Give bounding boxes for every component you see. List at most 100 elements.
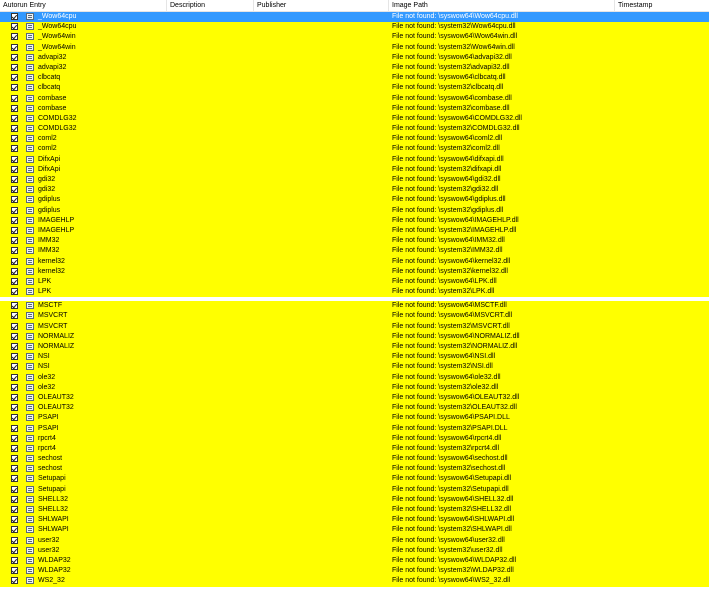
table-row[interactable]: sechost File not found: \system32\sechost… bbox=[0, 464, 709, 475]
table-row[interactable]: rpcrt4 File not found: \syswow64\rpcrt4.d… bbox=[0, 433, 709, 444]
enabled-checkbox[interactable] bbox=[11, 84, 18, 92]
enabled-checkbox[interactable] bbox=[11, 363, 18, 371]
table-row[interactable]: Setupapi File not found: \syswow64\Setupa… bbox=[0, 474, 709, 485]
table-row[interactable]: WLDAP32 File not found: \system32\WLDAP32… bbox=[0, 566, 709, 577]
enabled-checkbox[interactable] bbox=[11, 577, 18, 585]
enabled-checkbox[interactable] bbox=[11, 33, 18, 41]
table-row[interactable]: gdi32 File not found: \system32\gdi32.dll bbox=[0, 185, 709, 196]
enabled-checkbox[interactable] bbox=[11, 567, 18, 575]
table-row[interactable]: PSAPI File not found: \syswow64\PSAPI.DLL bbox=[0, 413, 709, 424]
column-header-description[interactable]: Description bbox=[167, 0, 254, 11]
table-row[interactable]: MSCTF File not found: \syswow64\MSCTF.dll bbox=[0, 301, 709, 312]
table-row[interactable]: MSVCRT File not found: \syswow64\MSVCRT.d… bbox=[0, 311, 709, 322]
enabled-checkbox[interactable] bbox=[11, 114, 18, 122]
enabled-checkbox[interactable] bbox=[11, 465, 18, 473]
table-row[interactable]: combase File not found: \syswow64\combase… bbox=[0, 93, 709, 104]
enabled-checkbox[interactable] bbox=[11, 353, 18, 361]
enabled-checkbox[interactable] bbox=[11, 104, 18, 112]
table-row[interactable]: SHELL32 File not found: \syswow64\SHELL32… bbox=[0, 494, 709, 505]
table-row[interactable]: NORMALIZ File not found: \system32\NORMAL… bbox=[0, 342, 709, 353]
table-row[interactable]: SHLWAPI File not found: \syswow64\SHLWAPI… bbox=[0, 515, 709, 526]
enabled-checkbox[interactable] bbox=[11, 393, 18, 401]
table-row[interactable]: coml2 File not found: \syswow64\coml2.dll bbox=[0, 134, 709, 145]
table-row[interactable]: ole32 File not found: \syswow64\ole32.dll bbox=[0, 372, 709, 383]
enabled-checkbox[interactable] bbox=[11, 302, 18, 310]
table-row[interactable]: ole32 File not found: \system32\ole32.dll bbox=[0, 382, 709, 393]
table-row[interactable]: kernel32 File not found: \syswow64\kernel… bbox=[0, 256, 709, 267]
enabled-checkbox[interactable] bbox=[11, 434, 18, 442]
table-row[interactable]: NSI File not found: \syswow64\NSI.dll bbox=[0, 352, 709, 363]
table-row[interactable]: _Wow64cpu File not found: \system32\Wow64… bbox=[0, 22, 709, 33]
enabled-checkbox[interactable] bbox=[11, 43, 18, 51]
table-row[interactable]: IMM32 File not found: \system32\IMM32.dll bbox=[0, 246, 709, 257]
table-row[interactable]: advapi32 File not found: \system32\advapi… bbox=[0, 62, 709, 74]
enabled-checkbox[interactable] bbox=[11, 322, 18, 330]
table-row[interactable]: IMM32 File not found: \syswow64\IMM32.dll bbox=[0, 236, 709, 247]
table-row[interactable]: clbcatq File not found: \syswow64\clbcatq… bbox=[0, 73, 709, 84]
table-row[interactable]: WS2_32 File not found: \syswow64\WS2_32.d… bbox=[0, 576, 709, 587]
enabled-checkbox[interactable] bbox=[11, 257, 18, 265]
column-header-image-path[interactable]: Image Path bbox=[389, 0, 615, 11]
enabled-checkbox[interactable] bbox=[11, 455, 18, 463]
table-row[interactable]: sechost File not found: \syswow64\sechost… bbox=[0, 454, 709, 465]
table-row[interactable]: COMDLG32 File not found: \system32\COMDLG… bbox=[0, 124, 709, 135]
enabled-checkbox[interactable] bbox=[11, 277, 18, 285]
column-header-publisher[interactable]: Publisher bbox=[254, 0, 389, 11]
table-row[interactable]: _Wow64win File not found: \syswow64\Wow64… bbox=[0, 32, 709, 43]
enabled-checkbox[interactable] bbox=[11, 196, 18, 204]
enabled-checkbox[interactable] bbox=[11, 414, 18, 422]
table-row[interactable]: LPK File not found: \syswow64\LPK.dll bbox=[0, 276, 709, 288]
table-row[interactable]: COMDLG32 File not found: \syswow64\COMDLG… bbox=[0, 113, 709, 125]
table-row[interactable]: combase File not found: \system32\combase… bbox=[0, 103, 709, 114]
table-row[interactable]: PSAPI File not found: \system32\PSAPI.DLL bbox=[0, 423, 709, 434]
enabled-checkbox[interactable] bbox=[11, 226, 18, 234]
enabled-checkbox[interactable] bbox=[11, 546, 18, 554]
column-header-timestamp[interactable]: Timestamp bbox=[615, 0, 709, 11]
enabled-checkbox[interactable] bbox=[11, 444, 18, 452]
enabled-checkbox[interactable] bbox=[11, 216, 18, 224]
enabled-checkbox[interactable] bbox=[11, 485, 18, 493]
table-row[interactable]: OLEAUT32 File not found: \system32\OLEAUT… bbox=[0, 403, 709, 414]
enabled-checkbox[interactable] bbox=[11, 186, 18, 194]
table-row[interactable]: user32 File not found: \syswow64\user32.d… bbox=[0, 535, 709, 546]
enabled-checkbox[interactable] bbox=[11, 176, 18, 183]
enabled-checkbox[interactable] bbox=[11, 526, 18, 534]
table-row[interactable]: kernel32 File not found: \system32\kernel… bbox=[0, 266, 709, 277]
enabled-checkbox[interactable] bbox=[11, 556, 18, 564]
enabled-checkbox[interactable] bbox=[11, 343, 18, 350]
table-row[interactable]: DifxApi File not found: \system32\difxapi… bbox=[0, 164, 709, 175]
enabled-checkbox[interactable] bbox=[11, 53, 18, 61]
enabled-checkbox[interactable] bbox=[11, 288, 18, 296]
table-row[interactable]: NSI File not found: \system32\NSI.dll bbox=[0, 362, 709, 373]
enabled-checkbox[interactable] bbox=[11, 145, 18, 153]
enabled-checkbox[interactable] bbox=[11, 63, 18, 71]
column-header-autorun-entry[interactable]: Autorun Entry bbox=[0, 0, 167, 11]
enabled-checkbox[interactable] bbox=[11, 247, 18, 255]
table-row[interactable]: Setupapi File not found: \system32\Setupa… bbox=[0, 484, 709, 495]
table-row[interactable]: IMAGEHLP File not found: \system32\IMAGEH… bbox=[0, 225, 709, 237]
enabled-checkbox[interactable] bbox=[11, 13, 18, 20]
table-row[interactable]: IMAGEHLP File not found: \syswow64\IMAGEH… bbox=[0, 215, 709, 226]
enabled-checkbox[interactable] bbox=[11, 383, 18, 391]
enabled-checkbox[interactable] bbox=[11, 312, 18, 320]
enabled-checkbox[interactable] bbox=[11, 74, 18, 82]
enabled-checkbox[interactable] bbox=[11, 424, 18, 432]
table-row[interactable]: SHLWAPI File not found: \system32\SHLWAPI… bbox=[0, 525, 709, 536]
table-row[interactable]: _Wow64cpu File not found: \syswow64\Wow64… bbox=[0, 12, 709, 23]
enabled-checkbox[interactable] bbox=[11, 373, 18, 381]
enabled-checkbox[interactable] bbox=[11, 155, 18, 163]
table-row[interactable]: DifxApi File not found: \syswow64\difxapi… bbox=[0, 154, 709, 165]
table-row[interactable]: gdi32 File not found: \syswow64\gdi32.dll bbox=[0, 175, 709, 186]
table-row[interactable]: gdiplus File not found: \system32\gdiplus… bbox=[0, 205, 709, 216]
enabled-checkbox[interactable] bbox=[11, 125, 18, 133]
table-row[interactable]: clbcatq File not found: \system32\clbcatq… bbox=[0, 83, 709, 94]
table-row[interactable]: rpcrt4 File not found: \system32\rpcrt4.d… bbox=[0, 443, 709, 455]
enabled-checkbox[interactable] bbox=[11, 475, 18, 483]
enabled-checkbox[interactable] bbox=[11, 135, 18, 143]
table-row[interactable]: MSVCRT File not found: \system32\MSVCRT.d… bbox=[0, 321, 709, 332]
enabled-checkbox[interactable] bbox=[11, 267, 18, 275]
table-row[interactable]: NORMALIZ File not found: \syswow64\NORMAL… bbox=[0, 331, 709, 342]
enabled-checkbox[interactable] bbox=[11, 516, 18, 524]
enabled-checkbox[interactable] bbox=[11, 404, 18, 412]
enabled-checkbox[interactable] bbox=[11, 495, 18, 503]
